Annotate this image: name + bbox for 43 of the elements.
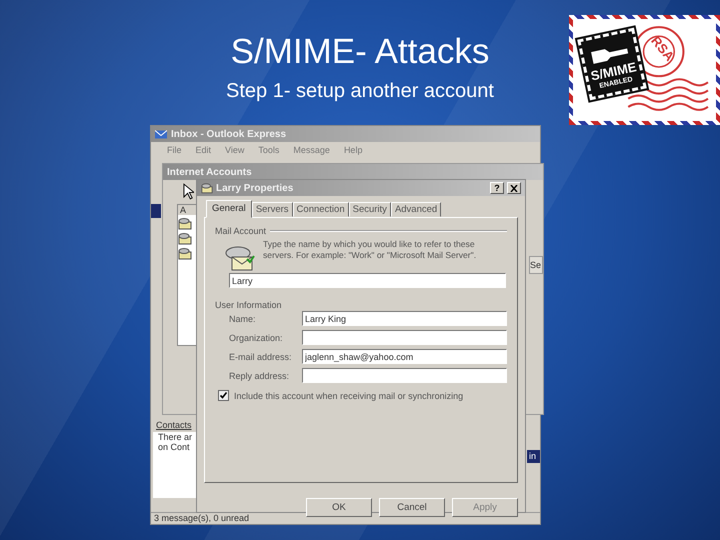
window-title: Inbox - Outlook Express: [171, 128, 286, 140]
account-icon: [225, 245, 255, 271]
cursor-icon: [183, 183, 194, 200]
field-label: Name:: [229, 314, 257, 324]
side-button[interactable]: Se: [529, 256, 543, 274]
checkbox-label: Include this account when receiving mail or synchronizing: [234, 390, 464, 400]
tab[interactable]: Connection: [292, 202, 349, 217]
input-field[interactable]: [302, 368, 507, 383]
close-icon: [510, 184, 518, 192]
account-icon: [178, 218, 192, 230]
account-icon: [201, 182, 213, 194]
slide-subtitle: Step 1- setup another account: [226, 80, 494, 103]
selected-row[interactable]: in: [527, 450, 540, 463]
input-field[interactable]: Larry King: [302, 311, 507, 326]
window-title: Internet Accounts: [167, 166, 252, 178]
account-icon: [178, 233, 192, 245]
input-field[interactable]: jaglenn_shaw@yahoo.com: [302, 349, 507, 364]
tab[interactable]: Security: [348, 202, 391, 217]
field-label: Organization:: [229, 332, 284, 342]
close-button[interactable]: [507, 182, 521, 194]
mail-icon: [155, 128, 167, 140]
group-heading: User Information: [215, 300, 282, 310]
column-header[interactable]: A: [178, 205, 198, 215]
slide-title: S/MIME- Attacks: [230, 32, 490, 72]
field-label: E-mail address:: [229, 352, 293, 362]
dialog-title: Larry Properties: [216, 182, 294, 194]
field-label: Reply address:: [229, 370, 290, 380]
contacts-text: There ar: [157, 432, 194, 442]
contacts-heading[interactable]: Contacts: [153, 418, 197, 432]
checkbox[interactable]: [218, 390, 229, 401]
input-field[interactable]: [302, 330, 507, 345]
group-heading: Mail Account: [215, 226, 266, 236]
hint-text: Type the name by which you would like to refer to these servers. For example: "Work" or "Microsoft Mail Server".: [263, 239, 478, 262]
account-icon: [178, 248, 192, 260]
tab[interactable]: Advanced: [390, 202, 442, 217]
dialog-button[interactable]: Cancel: [379, 498, 445, 517]
account-name-field[interactable]: Larry: [229, 273, 506, 288]
tab[interactable]: Servers: [252, 202, 293, 217]
dialog-button[interactable]: OK: [306, 498, 372, 517]
help-button[interactable]: ?: [490, 182, 504, 194]
contacts-text: on Cont: [157, 442, 191, 452]
folder-bar: [151, 204, 161, 218]
tab[interactable]: General: [206, 200, 252, 218]
